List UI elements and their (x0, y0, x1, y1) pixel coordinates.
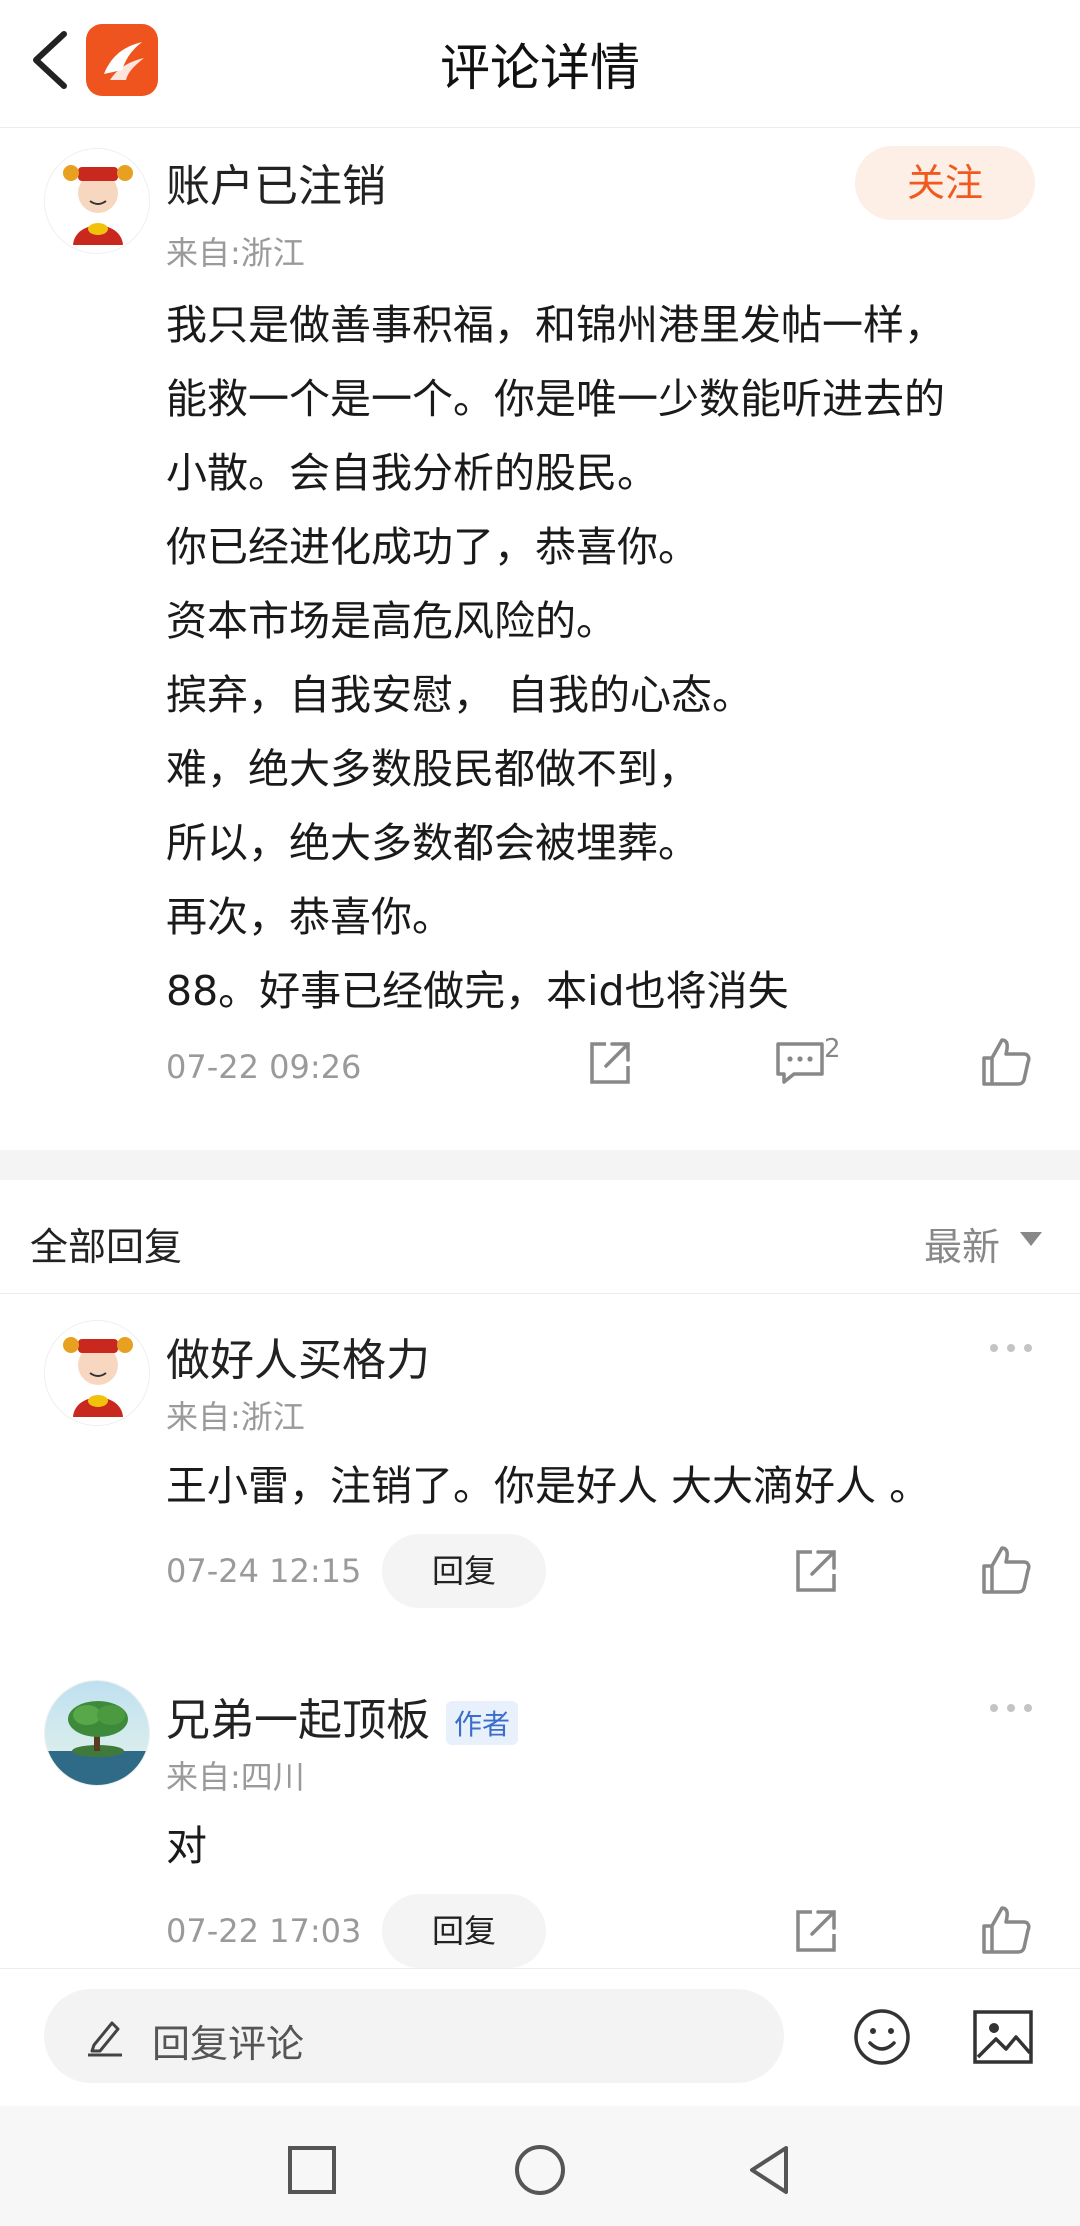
reply-button[interactable]: 回复 (382, 1894, 546, 1968)
location-label: 来自:四川 (166, 1758, 305, 1796)
bottom-input-bar: 回复评论 (0, 1968, 1080, 2106)
username-text[interactable]: 兄弟一起顶板 (166, 1695, 430, 1746)
content-line: 我只是做善事积福，和锦州港里发帖一样， (166, 301, 945, 349)
more-icon[interactable] (988, 1342, 1034, 1354)
reply-item: 做好人买格力 来自:浙江 王小雷，注销了。你是好人 大大滴好人 。 07-24 … (0, 1296, 1080, 1636)
input-placeholder: 回复评论 (152, 2022, 305, 2066)
content-line: 再次，恭喜你。 (166, 893, 453, 941)
location-label: 来自:浙江 (166, 1398, 305, 1436)
page-title: 评论详情 (440, 39, 640, 97)
avatar[interactable] (44, 1680, 150, 1786)
timestamp: 07-22 17:03 (166, 1912, 362, 1950)
timestamp: 07-22 09:26 (166, 1048, 362, 1086)
timestamp: 07-24 12:15 (166, 1552, 362, 1590)
follow-button[interactable]: 关注 (855, 146, 1035, 220)
reply-item: 兄弟一起顶板 作者 来自:四川 对 07-22 17:03 回复 (0, 1656, 1080, 1996)
more-icon[interactable] (988, 1702, 1034, 1714)
share-icon[interactable] (582, 1034, 638, 1090)
username[interactable]: 兄弟一起顶板 作者 (166, 1684, 519, 1748)
content-line: 摈弃，自我安慰， 自我的心态。 (166, 671, 754, 719)
nav-circle-icon[interactable] (512, 2142, 568, 2198)
like-icon[interactable] (978, 1902, 1034, 1958)
username[interactable]: 做好人买格力 (166, 1324, 430, 1388)
nav-square-icon[interactable] (284, 2142, 340, 2198)
replies-title: 全部回复 (30, 1225, 183, 1269)
main-comment: 账户已注销 来自:浙江 关注 我只是做善事积福，和锦州港里发帖一样， 能救一个是… (0, 128, 1080, 1153)
reply-button[interactable]: 回复 (382, 1534, 546, 1608)
comment-icon[interactable] (772, 1034, 828, 1090)
share-icon[interactable] (788, 1542, 844, 1598)
reply-input[interactable]: 回复评论 (44, 1989, 784, 2083)
image-icon[interactable] (972, 2009, 1034, 2065)
share-icon[interactable] (788, 1902, 844, 1958)
sort-dropdown[interactable]: 最新 (924, 1216, 1000, 1271)
content-line: 88。好事已经做完，本id也将消失 (166, 967, 789, 1015)
content-line: 小散。会自我分析的股民。 (166, 449, 658, 497)
username[interactable]: 账户已注销 (166, 150, 386, 214)
system-nav-bar (0, 2106, 1080, 2226)
content-line: 能救一个是一个。你是唯一少数能听进去的 (166, 375, 945, 423)
caret-down-icon[interactable] (1020, 1232, 1042, 1246)
nav-back-icon[interactable] (742, 2142, 798, 2198)
location-label: 来自:浙江 (166, 234, 305, 272)
avatar[interactable] (44, 1320, 150, 1426)
content-line: 你已经进化成功了，恭喜你。 (166, 523, 699, 571)
emoji-icon[interactable] (852, 2007, 912, 2067)
comment-count: 2 (824, 1034, 841, 1064)
author-badge: 作者 (446, 1701, 519, 1745)
top-bar: 评论详情 (0, 0, 1080, 128)
section-divider (0, 1150, 1080, 1180)
like-icon[interactable] (978, 1034, 1034, 1090)
content-line: 所以，绝大多数都会被埋葬。 (166, 819, 699, 867)
content-line: 难，绝大多数股民都做不到， (166, 745, 699, 793)
reply-text: 对 (166, 1822, 207, 1870)
pen-icon (88, 2021, 122, 2057)
reply-text: 王小雷，注销了。你是好人 大大滴好人 。 (166, 1462, 931, 1510)
avatar[interactable] (44, 148, 150, 254)
content-line: 资本市场是高危风险的。 (166, 597, 617, 645)
comment-content: 我只是做善事积福，和锦州港里发帖一样， 能救一个是一个。你是唯一少数能听进去的 … (166, 288, 1046, 1028)
replies-header: 全部回复 最新 (0, 1180, 1080, 1294)
like-icon[interactable] (978, 1542, 1034, 1598)
